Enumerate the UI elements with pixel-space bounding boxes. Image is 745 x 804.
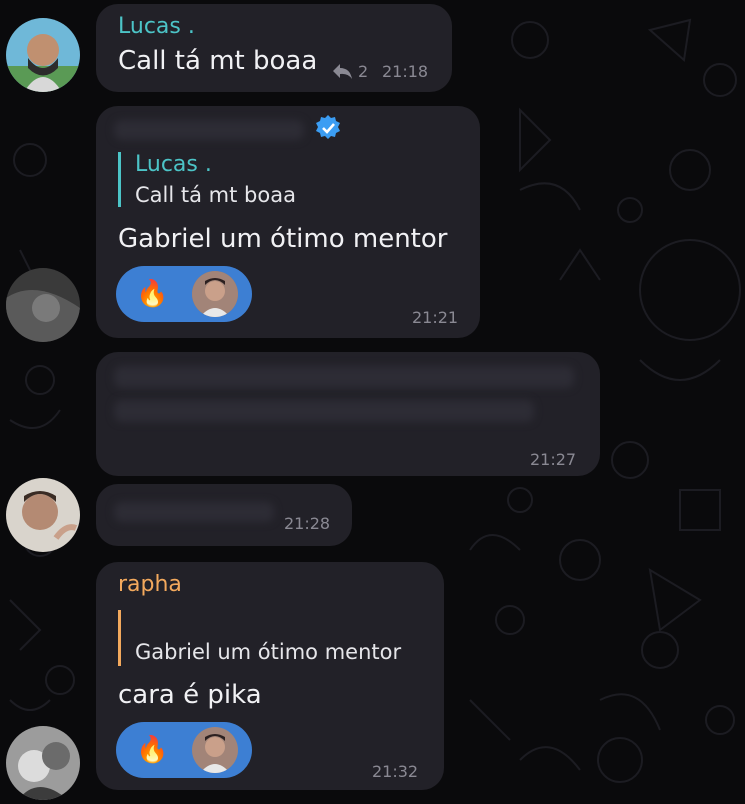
sender-name[interactable]: rapha xyxy=(118,572,182,597)
reactor-avatar xyxy=(192,727,238,773)
message-text: Gabriel um ótimo mentor xyxy=(118,224,448,254)
user-avatar-icon xyxy=(6,18,80,92)
reply-count[interactable]: 2 xyxy=(358,62,368,81)
message-time: 21:21 xyxy=(412,308,459,327)
reactor-avatar xyxy=(192,271,238,317)
message-text: Call tá mt boaa xyxy=(118,46,318,76)
quote-text: Call tá mt boaa xyxy=(135,183,296,207)
reply-quote[interactable]: Lucas . Call tá mt boaa xyxy=(118,152,296,207)
avatar[interactable] xyxy=(6,478,80,552)
quote-text: Gabriel um ótimo mentor xyxy=(135,640,402,664)
message-text-hidden xyxy=(114,366,574,388)
verified-badge-icon xyxy=(316,115,340,139)
quote-sender-name: Lucas . xyxy=(135,152,212,177)
fire-emoji: 🔥 xyxy=(136,735,169,765)
sender-name[interactable]: Lucas . xyxy=(118,14,195,39)
message-bubble[interactable]: 21:28 xyxy=(96,484,352,546)
message-bubble[interactable]: Lucas . Call tá mt boaa 2 21:18 xyxy=(96,4,452,92)
reply-quote[interactable]: Gabriel um ótimo mentor xyxy=(118,610,401,666)
sender-name-hidden xyxy=(114,120,304,140)
message-time: 21:32 xyxy=(372,762,419,781)
reply-arrow-icon[interactable] xyxy=(330,61,354,81)
message-time: 21:27 xyxy=(530,450,577,469)
message-bubble[interactable]: rapha Gabriel um ótimo mentor cara é pik… xyxy=(96,562,444,790)
avatar[interactable] xyxy=(6,268,80,342)
message-bubble[interactable]: Lucas . Call tá mt boaa Gabriel um ótimo… xyxy=(96,106,480,338)
reaction-pill[interactable]: 🔥 xyxy=(116,266,252,322)
user-avatar-icon xyxy=(6,268,80,342)
message-text-hidden xyxy=(114,502,274,522)
reaction-pill[interactable]: 🔥 xyxy=(116,722,252,778)
user-avatar-icon xyxy=(192,727,238,773)
message-bubble[interactable]: 21:27 xyxy=(96,352,600,476)
message-time: 21:18 xyxy=(382,62,429,81)
user-avatar-icon xyxy=(6,478,80,552)
user-avatar-icon xyxy=(6,726,80,800)
message-text-hidden xyxy=(114,400,534,422)
avatar[interactable] xyxy=(6,726,80,800)
avatar[interactable] xyxy=(6,18,80,92)
fire-emoji: 🔥 xyxy=(136,279,169,309)
message-text: cara é pika xyxy=(118,680,262,710)
message-time: 21:28 xyxy=(284,514,331,533)
user-avatar-icon xyxy=(192,271,238,317)
